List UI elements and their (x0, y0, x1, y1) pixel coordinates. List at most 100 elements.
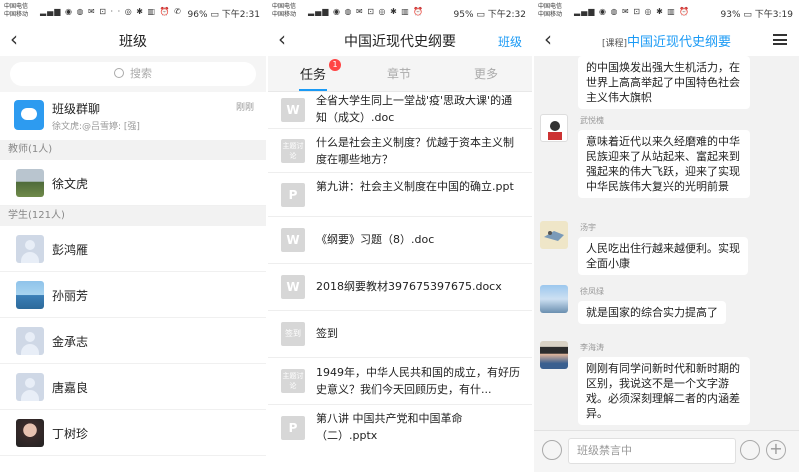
message-bubble: 人民吃出住行越来越便利。实现全面小康 (578, 237, 748, 275)
teacher-section-header: 教师(1人) (0, 140, 266, 160)
person-name: 彭鸿雁 (52, 243, 89, 257)
tab-chapters[interactable]: 章节 (387, 65, 411, 82)
menu-icon[interactable] (773, 34, 787, 45)
signal-icons: ▂▄▆ ◉ ◍ ✉ ⊡ ◎ ✱ ▥ ⏰ (308, 7, 425, 16)
page-title: 班级 (119, 34, 147, 50)
battery-level: 93% (720, 10, 741, 20)
battery-time: 93% ▭ 下午3:19 (721, 7, 794, 20)
avatar (16, 419, 44, 447)
task-title: 《纲要》习题（8）.doc (316, 233, 435, 246)
chat-input-bar: 班级禁言中 + (534, 430, 799, 472)
task-title: 签到 (316, 327, 338, 340)
tab-bar: 任务 1 章节 更多 (268, 56, 532, 92)
word-doc-icon (281, 228, 305, 252)
course-title: 中国近现代史纲要 (627, 35, 732, 50)
battery-icon: ▭ (743, 10, 752, 20)
student-item[interactable]: 丁树珍 (0, 410, 266, 456)
carrier-label: 中国移动 (538, 10, 563, 18)
unread-badge: 1 (329, 59, 341, 71)
message-bubble: 就是国家的综合实力提高了 (578, 301, 726, 324)
nav-bar: ‹ 班级 (0, 24, 266, 56)
teacher-item[interactable]: 徐文虎 (0, 160, 266, 206)
sign-in-icon: 签到 (281, 322, 305, 346)
group-chat-name: 班级群聊 (52, 102, 101, 116)
student-item[interactable]: 唐嘉良 (0, 364, 266, 410)
task-item[interactable]: 全省大学生同上一堂战'疫'思政大课'的通知（成文）.doc (268, 92, 532, 129)
task-title: 1949年，中华人民共和国的成立，有好历史意义？我们今天回顾历史，有什... (316, 366, 520, 396)
task-item[interactable]: 第八讲 中国共产党和中国革命（二）.pptx (268, 405, 532, 452)
ppt-file-icon (281, 183, 305, 207)
battery-level: 96% (187, 10, 208, 20)
signal-icons: ▂▄▆ ◉ ◍ ✉ ⊡ · · ◎ ✱ ▥ ⏰ ✆ (40, 7, 182, 16)
task-item[interactable]: 签到 签到 (268, 311, 532, 358)
battery-level: 95% (453, 10, 474, 20)
status-bar: 中国电信 中国移动 ▂▄▆ ◉ ◍ ✉ ⊡ ◎ ✱ ▥ ⏰ 93% ▭ 下午3:… (534, 0, 799, 24)
search-placeholder: 搜索 (130, 67, 152, 80)
avatar (16, 373, 44, 401)
person-name: 徐文虎 (52, 177, 89, 191)
course-chat-panel: 中国电信 中国移动 ▂▄▆ ◉ ◍ ✉ ⊡ ◎ ✱ ▥ ⏰ 93% ▭ 下午3:… (534, 0, 799, 472)
topic-discussion-icon: 主题讨论 (281, 369, 305, 393)
sender-name: 汤宇 (580, 223, 596, 232)
carrier-info: 中国电信 中国移动 (538, 3, 562, 18)
message-input[interactable]: 班级禁言中 (568, 438, 736, 464)
page-title: [课程]中国近现代史纲要 (534, 31, 799, 50)
group-chat-item[interactable]: 班级群聊 徐文虎:@吕雪婷: [强] 刚刚 (0, 92, 266, 140)
avatar (16, 235, 44, 263)
task-title: 2018纲要教材397675397675.docx (316, 280, 502, 293)
task-item[interactable]: 主题讨论 什么是社会主义制度？优越于资本主义制度在哪些地方？ (268, 129, 532, 173)
class-panel: 中国电信 中国移动 ▂▄▆ ◉ ◍ ✉ ⊡ · · ◎ ✱ ▥ ⏰ ✆ 96% … (0, 0, 266, 472)
task-item[interactable]: 主题讨论 1949年，中华人民共和国的成立，有好历史意义？我们今天回顾历史，有什… (268, 358, 532, 405)
group-chat-preview: 徐文虎:@吕雪婷: [强] (52, 122, 140, 132)
status-bar: 中国电信 中国移动 ▂▄▆ ◉ ◍ ✉ ⊡ ◎ ✱ ▥ ⏰ 95% ▭ 下午2:… (268, 0, 532, 24)
task-title: 第九讲：社会主义制度在中国的确立.ppt (316, 180, 514, 193)
avatar (540, 285, 568, 313)
message-bubble: 的中国焕发出强大生机活力，在世界上高高举起了中国特色社会主义伟大旗帜 (578, 56, 750, 109)
chat-bubble-icon (14, 100, 44, 130)
student-item[interactable]: 孙丽芳 (0, 272, 266, 318)
emoji-icon[interactable] (740, 440, 760, 460)
avatar (540, 341, 568, 369)
sender-name: 李海涛 (580, 343, 604, 352)
ppt-file-icon (281, 416, 305, 440)
page-title: 中国近现代史纲要 (344, 34, 456, 50)
plus-icon[interactable]: + (766, 440, 786, 460)
voice-icon[interactable] (542, 440, 562, 460)
task-item[interactable]: 2018纲要教材397675397675.docx (268, 264, 532, 311)
task-item[interactable]: 《纲要》习题（8）.doc (268, 217, 532, 264)
word-doc-icon (281, 98, 305, 122)
task-title: 全省大学生同上一堂战'疫'思政大课'的通知（成文）.doc (316, 94, 513, 124)
carrier-label: 中国电信 (4, 3, 29, 10)
course-tasks-panel: 中国电信 中国移动 ▂▄▆ ◉ ◍ ✉ ⊡ ◎ ✱ ▥ ⏰ 95% ▭ 下午2:… (268, 0, 532, 472)
message-bubble: 意味着近代以来久经磨难的中华民族迎来了从站起来、富起来到强起来的伟大飞跃，迎来了… (578, 130, 750, 198)
task-item[interactable]: 第九讲：社会主义制度在中国的确立.ppt (268, 173, 532, 217)
tab-more[interactable]: 更多 (474, 65, 498, 82)
search-input[interactable]: 搜索 (10, 62, 256, 86)
carrier-info: 中国电信 中国移动 (272, 3, 296, 18)
clock: 下午3:19 (754, 10, 793, 20)
person-name: 唐嘉良 (52, 381, 89, 395)
status-bar: 中国电信 中国移动 ▂▄▆ ◉ ◍ ✉ ⊡ · · ◎ ✱ ▥ ⏰ ✆ 96% … (0, 0, 266, 24)
student-item[interactable]: 金承志 (0, 318, 266, 364)
sender-name: 武悦槐 (580, 116, 604, 125)
group-chat-time: 刚刚 (235, 103, 254, 113)
course-tag: [课程] (601, 39, 627, 49)
avatar (540, 221, 568, 249)
student-section-header: 学生(121人) (0, 206, 266, 226)
carrier-info: 中国电信 中国移动 (4, 3, 28, 18)
carrier-label: 中国移动 (4, 10, 29, 18)
student-item[interactable]: 彭鸿雁 (0, 226, 266, 272)
task-title: 第八讲 中国共产党和中国革命（二）.pptx (316, 412, 463, 442)
avatar (540, 114, 568, 142)
signal-icons: ▂▄▆ ◉ ◍ ✉ ⊡ ◎ ✱ ▥ ⏰ (574, 7, 691, 16)
class-link[interactable]: 班级 (498, 33, 522, 50)
person-name: 丁树珍 (52, 427, 89, 441)
battery-icon: ▭ (476, 10, 485, 20)
search-area: 搜索 (0, 56, 266, 92)
sender-name: 徐凤绿 (580, 287, 604, 296)
tab-tasks[interactable]: 任务 (300, 64, 326, 83)
word-doc-icon (281, 275, 305, 299)
task-title: 什么是社会主义制度？优越于资本主义制度在哪些地方？ (316, 136, 514, 166)
avatar (16, 281, 44, 309)
message-bubble: 刚刚有同学问新时代和新时期的区别，我说这不是一个文字游戏。必须深刻理解二者的内涵… (578, 357, 750, 425)
